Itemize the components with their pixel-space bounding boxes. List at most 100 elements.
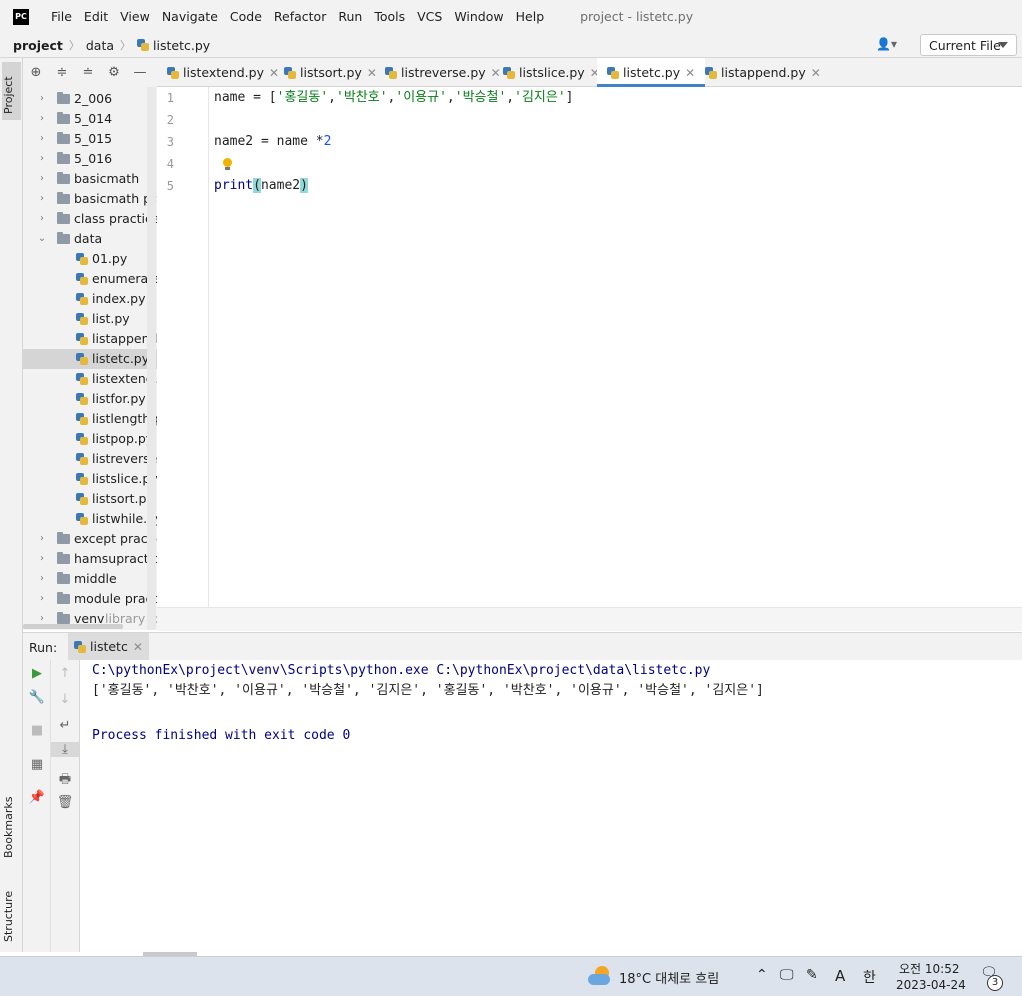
run-console[interactable]: C:\pythonEx\project\venv\Scripts\python.… [80, 660, 1022, 952]
chevron-down-icon[interactable]: ⌄ [37, 229, 47, 249]
close-icon[interactable]: ✕ [269, 66, 279, 80]
close-icon[interactable]: ✕ [811, 66, 821, 80]
collapse-all-icon[interactable]: ≐ [75, 65, 101, 80]
close-icon[interactable]: ✕ [491, 66, 501, 80]
menu-file[interactable]: File [45, 9, 78, 24]
tree-file-row[interactable]: 01.py [23, 249, 157, 269]
tree-folder-row[interactable]: › 5_016 [23, 149, 157, 169]
tree-folder-row[interactable]: › 2_006 [23, 89, 157, 109]
chevron-right-icon[interactable]: › [37, 569, 47, 589]
tree-folder-row[interactable]: › hamsupractice [23, 549, 157, 569]
menu-refactor[interactable]: Refactor [268, 9, 332, 24]
menu-window[interactable]: Window [448, 9, 509, 24]
language-indicator[interactable]: 한 [863, 967, 876, 987]
chevron-right-icon[interactable]: › [37, 169, 47, 189]
tree-file-row[interactable]: listreverse.py [23, 449, 157, 469]
tab-listslice[interactable]: listslice.py ✕ [503, 58, 600, 87]
trash-icon[interactable]: 🗑 [51, 795, 79, 810]
tree-folder-row[interactable]: › middle [23, 569, 157, 589]
user-icon[interactable]: 👤▾ [876, 37, 904, 54]
locate-file-icon[interactable]: ⊕ [23, 65, 49, 80]
tree-folder-row[interactable]: › 5_014 [23, 109, 157, 129]
tree-file-row[interactable]: listslice.py [23, 469, 157, 489]
tree-file-row[interactable]: enumerate.p [23, 269, 157, 289]
run-tab-listetc[interactable]: listetc ✕ [68, 633, 149, 661]
stop-icon[interactable]: ■ [23, 723, 51, 738]
tree-folder-row[interactable]: ⌄ data [23, 229, 157, 249]
tree-file-row[interactable]: list.py [23, 309, 157, 329]
weather-cloudy-icon[interactable] [586, 966, 612, 986]
tab-listappend[interactable]: listappend.py ✕ [705, 58, 821, 87]
tree-folder-row[interactable]: › basicmath prac [23, 189, 157, 209]
chevron-up-icon[interactable]: ⌃ [756, 967, 768, 983]
tree-file-row[interactable]: index.py [23, 289, 157, 309]
tab-listetc[interactable]: listetc.py ✕ [597, 58, 706, 87]
menu-run[interactable]: Run [332, 9, 368, 24]
menu-vcs[interactable]: VCS [411, 9, 448, 24]
tree-folder-row[interactable]: › 5_015 [23, 129, 157, 149]
wrench-icon[interactable]: 🔧 [23, 690, 51, 705]
run-icon[interactable]: ▶ [23, 666, 51, 681]
project-tree-scrollbar[interactable] [147, 87, 156, 630]
scroll-to-end-icon[interactable]: ⤓ [51, 742, 79, 757]
tree-file-row[interactable]: listetc.py [23, 349, 157, 369]
clock-date[interactable]: 2023-04-24 [896, 978, 966, 992]
gear-icon[interactable]: ⚙ [101, 65, 127, 80]
network-icon[interactable]: 🖵 [780, 967, 794, 983]
pin-icon[interactable]: 📌 [23, 790, 51, 805]
arrow-down-icon[interactable]: ↓ [51, 692, 79, 707]
menu-help[interactable]: Help [510, 9, 551, 24]
tree-folder-row[interactable]: › basicmath [23, 169, 157, 189]
tab-listextend[interactable]: listextend.py ✕ [167, 58, 279, 87]
lightbulb-icon[interactable] [222, 158, 233, 171]
menu-edit[interactable]: Edit [78, 9, 114, 24]
breadcrumb-project[interactable]: project [13, 38, 63, 53]
tree-folder-row[interactable]: › module practic [23, 589, 157, 609]
chevron-right-icon[interactable]: › [37, 209, 47, 229]
breadcrumb-folder[interactable]: data [86, 38, 114, 53]
clock-time[interactable]: 오전 10:52 [899, 960, 959, 977]
chevron-right-icon[interactable]: › [37, 89, 47, 109]
breadcrumb-file[interactable]: listetc.py [153, 38, 210, 53]
tool-tab-project[interactable]: Project [2, 62, 21, 120]
tree-folder-row[interactable]: › class practice [23, 209, 157, 229]
tree-file-row[interactable]: listappend.p [23, 329, 157, 349]
chevron-right-icon[interactable]: › [37, 149, 47, 169]
tree-folder-row[interactable]: › except practice [23, 529, 157, 549]
close-icon[interactable]: ✕ [685, 66, 695, 80]
menu-view[interactable]: View [114, 9, 156, 24]
soft-wrap-icon[interactable]: ↵ [51, 718, 79, 733]
tree-file-row[interactable]: listwhile.py [23, 509, 157, 529]
close-icon[interactable]: ✕ [367, 66, 377, 80]
menu-tools[interactable]: Tools [368, 9, 411, 24]
layout-icon[interactable]: ▦ [23, 757, 51, 772]
chevron-right-icon[interactable]: › [37, 549, 47, 569]
tree-file-row[interactable]: listpop.py [23, 429, 157, 449]
input-mode-indicator[interactable]: A [835, 967, 845, 985]
arrow-up-icon[interactable]: ↑ [51, 666, 79, 681]
tab-listsort[interactable]: listsort.py ✕ [284, 58, 377, 87]
code-editor[interactable]: name = ['홍길동','박찬호','이용규','박승철','김지은'] n… [209, 87, 1022, 607]
tree-file-row[interactable]: listsort.py [23, 489, 157, 509]
chevron-right-icon[interactable]: › [37, 189, 47, 209]
expand-all-icon[interactable]: ≑ [49, 65, 75, 80]
tool-tab-bookmarks[interactable]: Bookmarks [2, 782, 21, 858]
chevron-right-icon[interactable]: › [37, 129, 47, 149]
pen-icon[interactable]: ✎ [806, 967, 818, 983]
close-icon[interactable]: ✕ [133, 640, 143, 654]
print-icon[interactable]: 🖶 [51, 770, 79, 792]
project-tree-horizontal-scrollbar[interactable] [23, 624, 123, 629]
menu-navigate[interactable]: Navigate [156, 9, 224, 24]
tool-tab-structure[interactable]: Structure [2, 876, 21, 942]
tab-listreverse[interactable]: listreverse.py ✕ [385, 58, 501, 87]
hide-panel-icon[interactable]: — [127, 65, 153, 80]
menu-code[interactable]: Code [224, 9, 268, 24]
chevron-right-icon[interactable]: › [37, 109, 47, 129]
tree-file-row[interactable]: listlength.py [23, 409, 157, 429]
run-configuration-dropdown[interactable]: Current File [920, 34, 1017, 56]
chevron-right-icon[interactable]: › [37, 589, 47, 609]
tree-file-row[interactable]: listextend.py [23, 369, 157, 389]
weather-text[interactable]: 18°C 대체로 흐림 [619, 968, 719, 987]
editor-horizontal-scrollbar[interactable] [157, 607, 1022, 631]
chevron-right-icon[interactable]: › [37, 529, 47, 549]
